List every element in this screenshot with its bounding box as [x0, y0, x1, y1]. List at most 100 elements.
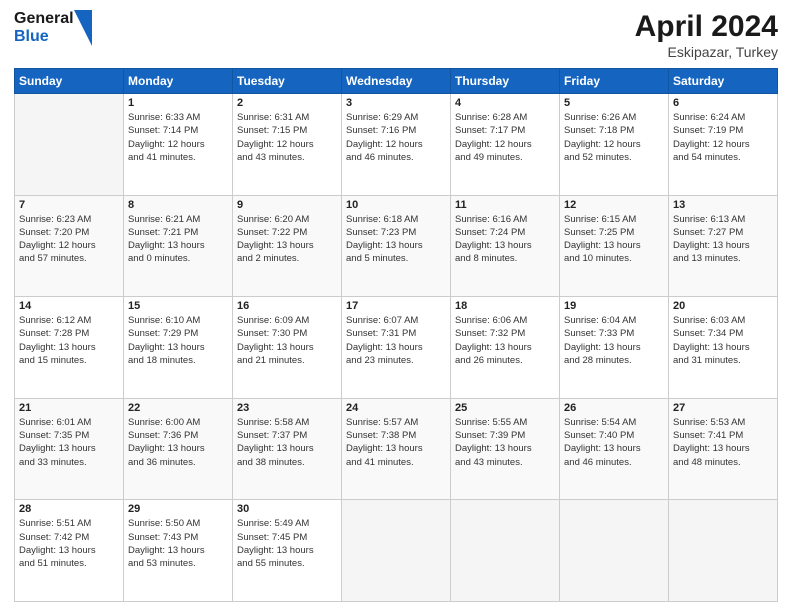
day-number: 29	[128, 503, 228, 515]
table-cell: 19 Sunrise: 6:04 AM Sunset: 7:33 PM Dayli…	[560, 297, 669, 399]
day-info: Sunrise: 5:49 AM Sunset: 7:45 PM Dayligh…	[237, 517, 337, 570]
table-cell: 11 Sunrise: 6:16 AM Sunset: 7:24 PM Dayli…	[451, 195, 560, 297]
calendar-week-row: 21Sunrise: 6:01 AM Sunset: 7:35 PM Dayli…	[15, 398, 778, 500]
table-cell: 15Sunrise: 6:10 AM Sunset: 7:29 PM Dayli…	[124, 297, 233, 399]
col-wednesday: Wednesday	[342, 69, 451, 94]
table-cell: 9Sunrise: 6:20 AM Sunset: 7:22 PM Daylig…	[233, 195, 342, 297]
day-number: 11	[455, 199, 555, 211]
day-info: Sunrise: 6:29 AM Sunset: 7:16 PM Dayligh…	[346, 111, 446, 164]
day-number: 8	[128, 199, 228, 211]
table-cell: 20 Sunrise: 6:03 AM Sunset: 7:34 PM Dayli…	[669, 297, 778, 399]
day-info: Sunrise: 6:03 AM Sunset: 7:34 PM Dayligh…	[673, 314, 773, 367]
table-cell	[669, 500, 778, 602]
day-info: Sunrise: 6:13 AM Sunset: 7:27 PM Dayligh…	[673, 213, 773, 266]
day-info: Sunrise: 6:24 AM Sunset: 7:19 PM Dayligh…	[673, 111, 773, 164]
day-info: Sunrise: 6:12 AM Sunset: 7:28 PM Dayligh…	[19, 314, 119, 367]
day-number: 27	[673, 402, 773, 414]
day-number: 13	[673, 199, 773, 211]
day-number: 12	[564, 199, 664, 211]
day-info: Sunrise: 6:09 AM Sunset: 7:30 PM Dayligh…	[237, 314, 337, 367]
logo-triangle	[74, 10, 92, 46]
day-info: Sunrise: 6:26 AM Sunset: 7:18 PM Dayligh…	[564, 111, 664, 164]
day-number: 1	[128, 97, 228, 109]
day-number: 22	[128, 402, 228, 414]
day-info: Sunrise: 5:55 AM Sunset: 7:39 PM Dayligh…	[455, 416, 555, 469]
table-cell: 8 Sunrise: 6:21 AM Sunset: 7:21 PM Daylig…	[124, 195, 233, 297]
calendar-week-row: 28Sunrise: 5:51 AM Sunset: 7:42 PM Dayli…	[15, 500, 778, 602]
table-cell: 10 Sunrise: 6:18 AM Sunset: 7:23 PM Dayli…	[342, 195, 451, 297]
day-info: Sunrise: 6:01 AM Sunset: 7:35 PM Dayligh…	[19, 416, 119, 469]
col-sunday: Sunday	[15, 69, 124, 94]
table-cell: 4Sunrise: 6:28 AM Sunset: 7:17 PM Daylig…	[451, 94, 560, 196]
title-block: April 2024 Eskipazar, Turkey	[635, 10, 778, 60]
day-number: 26	[564, 402, 664, 414]
day-number: 5	[564, 97, 664, 109]
day-number: 7	[19, 199, 119, 211]
page: GeneralBlue April 2024 Eskipazar, Turkey…	[0, 0, 792, 612]
table-cell: 13 Sunrise: 6:13 AM Sunset: 7:27 PM Dayli…	[669, 195, 778, 297]
table-cell: 27 Sunrise: 5:53 AM Sunset: 7:41 PM Dayli…	[669, 398, 778, 500]
day-info: Sunrise: 5:50 AM Sunset: 7:43 PM Dayligh…	[128, 517, 228, 570]
table-cell: 17 Sunrise: 6:07 AM Sunset: 7:31 PM Dayli…	[342, 297, 451, 399]
table-cell: 7 Sunrise: 6:23 AM Sunset: 7:20 PM Daylig…	[15, 195, 124, 297]
day-number: 18	[455, 300, 555, 312]
day-info: Sunrise: 5:58 AM Sunset: 7:37 PM Dayligh…	[237, 416, 337, 469]
calendar-header-row: Sunday Monday Tuesday Wednesday Thursday…	[15, 69, 778, 94]
day-number: 25	[455, 402, 555, 414]
day-number: 14	[19, 300, 119, 312]
day-number: 6	[673, 97, 773, 109]
day-info: Sunrise: 6:21 AM Sunset: 7:21 PM Dayligh…	[128, 213, 228, 266]
day-info: Sunrise: 6:20 AM Sunset: 7:22 PM Dayligh…	[237, 213, 337, 266]
col-friday: Friday	[560, 69, 669, 94]
table-cell: 23Sunrise: 5:58 AM Sunset: 7:37 PM Dayli…	[233, 398, 342, 500]
table-cell: 26 Sunrise: 5:54 AM Sunset: 7:40 PM Dayli…	[560, 398, 669, 500]
table-cell	[451, 500, 560, 602]
day-number: 20	[673, 300, 773, 312]
day-number: 19	[564, 300, 664, 312]
table-cell	[560, 500, 669, 602]
col-saturday: Saturday	[669, 69, 778, 94]
table-cell: 3Sunrise: 6:29 AM Sunset: 7:16 PM Daylig…	[342, 94, 451, 196]
table-cell: 14 Sunrise: 6:12 AM Sunset: 7:28 PM Dayli…	[15, 297, 124, 399]
day-info: Sunrise: 6:23 AM Sunset: 7:20 PM Dayligh…	[19, 213, 119, 266]
day-info: Sunrise: 6:15 AM Sunset: 7:25 PM Dayligh…	[564, 213, 664, 266]
location: Eskipazar, Turkey	[635, 44, 778, 60]
table-cell: 5 Sunrise: 6:26 AM Sunset: 7:18 PM Daylig…	[560, 94, 669, 196]
header: GeneralBlue April 2024 Eskipazar, Turkey	[14, 10, 778, 60]
day-info: Sunrise: 6:18 AM Sunset: 7:23 PM Dayligh…	[346, 213, 446, 266]
day-info: Sunrise: 5:54 AM Sunset: 7:40 PM Dayligh…	[564, 416, 664, 469]
table-cell: 28Sunrise: 5:51 AM Sunset: 7:42 PM Dayli…	[15, 500, 124, 602]
table-cell: 18Sunrise: 6:06 AM Sunset: 7:32 PM Dayli…	[451, 297, 560, 399]
calendar-week-row: 7 Sunrise: 6:23 AM Sunset: 7:20 PM Daylig…	[15, 195, 778, 297]
day-info: Sunrise: 5:51 AM Sunset: 7:42 PM Dayligh…	[19, 517, 119, 570]
day-number: 2	[237, 97, 337, 109]
day-info: Sunrise: 6:04 AM Sunset: 7:33 PM Dayligh…	[564, 314, 664, 367]
col-monday: Monday	[124, 69, 233, 94]
table-cell: 6 Sunrise: 6:24 AM Sunset: 7:19 PM Daylig…	[669, 94, 778, 196]
day-number: 16	[237, 300, 337, 312]
table-cell: 29 Sunrise: 5:50 AM Sunset: 7:43 PM Dayli…	[124, 500, 233, 602]
day-info: Sunrise: 6:33 AM Sunset: 7:14 PM Dayligh…	[128, 111, 228, 164]
table-cell: 21Sunrise: 6:01 AM Sunset: 7:35 PM Dayli…	[15, 398, 124, 500]
col-tuesday: Tuesday	[233, 69, 342, 94]
col-thursday: Thursday	[451, 69, 560, 94]
logo: GeneralBlue	[14, 10, 92, 46]
table-cell: 2Sunrise: 6:31 AM Sunset: 7:15 PM Daylig…	[233, 94, 342, 196]
day-number: 30	[237, 503, 337, 515]
day-info: Sunrise: 6:00 AM Sunset: 7:36 PM Dayligh…	[128, 416, 228, 469]
calendar-week-row: 1 Sunrise: 6:33 AM Sunset: 7:14 PM Daylig…	[15, 94, 778, 196]
calendar-week-row: 14 Sunrise: 6:12 AM Sunset: 7:28 PM Dayli…	[15, 297, 778, 399]
day-number: 15	[128, 300, 228, 312]
table-cell: 1 Sunrise: 6:33 AM Sunset: 7:14 PM Daylig…	[124, 94, 233, 196]
day-info: Sunrise: 6:07 AM Sunset: 7:31 PM Dayligh…	[346, 314, 446, 367]
table-cell: 24Sunrise: 5:57 AM Sunset: 7:38 PM Dayli…	[342, 398, 451, 500]
calendar-table: Sunday Monday Tuesday Wednesday Thursday…	[14, 68, 778, 602]
day-info: Sunrise: 5:53 AM Sunset: 7:41 PM Dayligh…	[673, 416, 773, 469]
table-cell	[342, 500, 451, 602]
table-cell: 25 Sunrise: 5:55 AM Sunset: 7:39 PM Dayli…	[451, 398, 560, 500]
day-info: Sunrise: 6:16 AM Sunset: 7:24 PM Dayligh…	[455, 213, 555, 266]
day-number: 17	[346, 300, 446, 312]
day-number: 10	[346, 199, 446, 211]
table-cell: 30 Sunrise: 5:49 AM Sunset: 7:45 PM Dayli…	[233, 500, 342, 602]
day-info: Sunrise: 5:57 AM Sunset: 7:38 PM Dayligh…	[346, 416, 446, 469]
